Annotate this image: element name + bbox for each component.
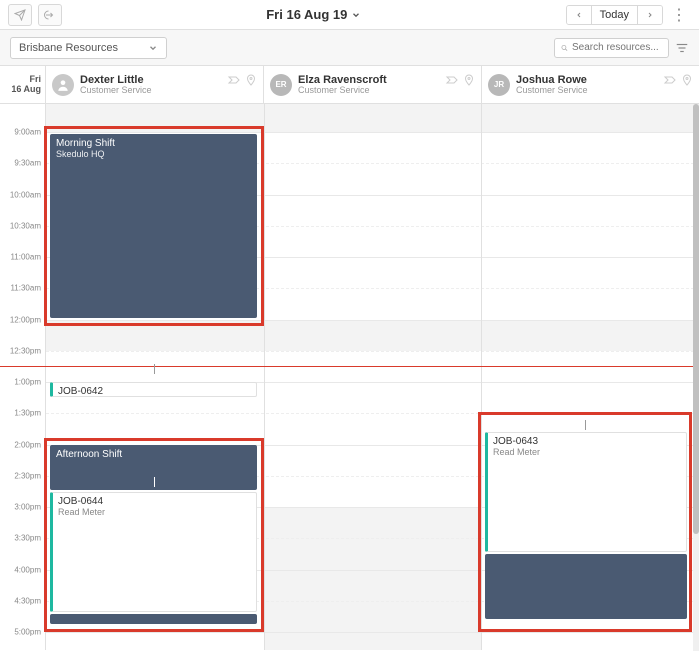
resource-column-header[interactable]: JR Joshua Rowe Customer Service [482, 66, 699, 103]
paper-plane-icon [14, 9, 26, 21]
dropdown-label: Brisbane Resources [19, 42, 118, 54]
day-date: 16 Aug [11, 85, 41, 95]
avatar: JR [488, 74, 510, 96]
prev-day-button[interactable] [567, 6, 592, 24]
shift-location: Skedulo HQ [56, 149, 251, 159]
time-label: 5:00pm [14, 628, 41, 637]
resize-handle[interactable] [585, 420, 586, 430]
resource-name: Dexter Little [80, 74, 152, 86]
dark-block[interactable] [485, 554, 687, 619]
top-bar: Fri 16 Aug 19 Today ⋮ [0, 0, 699, 30]
time-label: 10:00am [10, 191, 41, 200]
time-label: 4:30pm [14, 597, 41, 606]
resource-column-header[interactable]: ER Elza Ravenscroft Customer Service [264, 66, 482, 103]
resource-name: Elza Ravenscroft [298, 74, 387, 86]
more-menu-button[interactable]: ⋮ [667, 5, 691, 25]
search-box[interactable] [554, 38, 669, 58]
chevron-right-icon [646, 10, 654, 20]
shift-block-morning[interactable]: Morning Shift Skedulo HQ [50, 134, 257, 318]
resource-role: Customer Service [516, 86, 588, 96]
topbar-right: Today ⋮ [566, 5, 691, 25]
chevron-down-icon [351, 10, 361, 20]
pin-icon [245, 74, 257, 86]
job-code: JOB-0643 [493, 436, 681, 447]
time-label: 11:30am [10, 284, 41, 293]
resource-icons [663, 74, 693, 86]
current-time-line [0, 366, 699, 367]
pin-icon [681, 74, 693, 86]
search-input[interactable] [572, 42, 662, 53]
resource-name-block: Dexter Little Customer Service [80, 74, 152, 96]
shift-title: Afternoon Shift [56, 449, 251, 460]
time-label: 11:00am [10, 253, 41, 262]
chevron-left-icon [575, 10, 583, 20]
off-hours-block [264, 507, 482, 650]
job-block-0643[interactable]: JOB-0643 Read Meter [485, 432, 687, 552]
dark-block[interactable] [50, 614, 257, 624]
job-code: JOB-0644 [58, 496, 251, 507]
time-label: 9:00am [14, 128, 41, 137]
time-label: 3:00pm [14, 503, 41, 512]
search-area [554, 38, 689, 58]
time-label: 9:30am [14, 159, 41, 168]
resize-handle[interactable] [154, 477, 155, 487]
time-label: 2:30pm [14, 472, 41, 481]
job-block-0642[interactable]: JOB-0642 [50, 382, 257, 397]
resource-role: Customer Service [80, 86, 152, 96]
resize-handle[interactable] [154, 364, 155, 374]
scrollbar-thumb[interactable] [693, 104, 699, 534]
search-icon [561, 42, 568, 54]
filter-settings-button[interactable] [675, 41, 689, 55]
resource-group-dropdown[interactable]: Brisbane Resources [10, 37, 167, 59]
resource-icons [445, 74, 475, 86]
person-icon [56, 78, 70, 92]
resource-name-block: Elza Ravenscroft Customer Service [298, 74, 387, 96]
shift-block-afternoon[interactable]: Afternoon Shift [50, 445, 257, 490]
filter-bar: Brisbane Resources [0, 30, 699, 66]
date-label: Fri 16 Aug 19 [266, 7, 347, 22]
time-label: 3:30pm [14, 534, 41, 543]
date-selector[interactable]: Fri 16 Aug 19 [266, 7, 361, 22]
avatar: ER [270, 74, 292, 96]
tag-icon [227, 74, 241, 86]
time-label: 12:30pm [10, 347, 41, 356]
next-day-button[interactable] [638, 6, 662, 24]
tag-icon [663, 74, 677, 86]
send-button[interactable] [8, 4, 32, 26]
shift-title: Morning Shift [56, 138, 251, 149]
day-header: Fri 16 Aug [0, 66, 46, 103]
resource-name: Joshua Rowe [516, 74, 588, 86]
avatar [52, 74, 74, 96]
off-hours-block [46, 104, 699, 132]
resource-column-header[interactable]: Dexter Little Customer Service [46, 66, 264, 103]
job-block-0644[interactable]: JOB-0644 Read Meter [50, 492, 257, 612]
date-nav-group: Today [566, 5, 663, 25]
off-hours-block [46, 320, 699, 351]
topbar-left [8, 4, 62, 26]
time-label: 1:30pm [14, 409, 41, 418]
tag-icon [445, 74, 459, 86]
exit-button[interactable] [38, 4, 62, 26]
sliders-icon [675, 41, 689, 55]
job-desc: Read Meter [58, 507, 251, 517]
time-label: 4:00pm [14, 566, 41, 575]
resource-icons [227, 74, 257, 86]
time-label: 10:30am [10, 222, 41, 231]
time-label: 12:00pm [10, 316, 41, 325]
time-column: 9:00am 9:30am 10:00am 10:30am 11:00am 11… [0, 104, 46, 650]
resource-name-block: Joshua Rowe Customer Service [516, 74, 588, 96]
job-desc: Read Meter [493, 447, 681, 457]
resource-role: Customer Service [298, 86, 387, 96]
today-button[interactable]: Today [592, 6, 638, 24]
timeline-grid[interactable]: 9:00am 9:30am 10:00am 10:30am 11:00am 11… [0, 104, 699, 650]
chevron-down-icon [148, 43, 158, 53]
time-label: 2:00pm [14, 441, 41, 450]
time-label: 1:00pm [14, 378, 41, 387]
pin-icon [463, 74, 475, 86]
resource-header-row: Fri 16 Aug Dexter Little Customer Servic… [0, 66, 699, 104]
exit-icon [44, 9, 56, 21]
job-code: JOB-0642 [58, 386, 251, 397]
